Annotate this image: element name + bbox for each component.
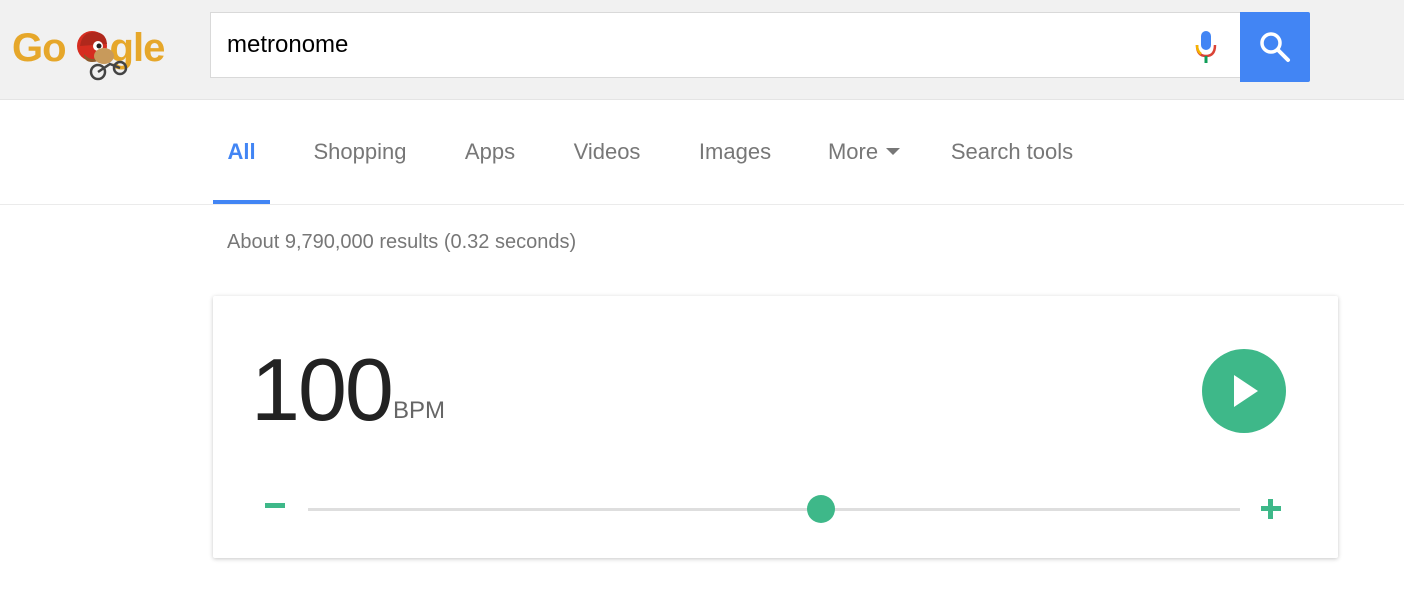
bpm-unit: BPM: [393, 397, 446, 424]
decrease-tempo-button[interactable]: [257, 491, 287, 521]
play-icon: [1234, 375, 1258, 407]
tab-videos[interactable]: Videos: [566, 100, 648, 204]
tempo-slider-thumb[interactable]: [806, 495, 835, 523]
result-stats: About 9,790,000 results (0.32 seconds): [227, 231, 577, 253]
search-button[interactable]: [1240, 12, 1310, 82]
microphone-icon[interactable]: [1191, 29, 1221, 65]
increase-tempo-button[interactable]: [1256, 494, 1286, 524]
tab-shopping[interactable]: Shopping: [306, 100, 414, 204]
header: Go gle: [0, 0, 1404, 100]
tab-all[interactable]: All: [213, 100, 270, 204]
search-tabs: All Shopping Apps Videos Images More Sea…: [0, 100, 1404, 205]
bpm-value: 100: [251, 340, 394, 439]
search-input[interactable]: [227, 13, 1167, 77]
search-box: [210, 12, 1240, 78]
tab-images[interactable]: Images: [692, 100, 778, 204]
hedgehog-bicycle-doodle-icon: [77, 31, 128, 81]
tab-more-label: More: [827, 139, 879, 164]
google-doodle-logo[interactable]: Go gle: [12, 24, 180, 84]
tab-apps[interactable]: Apps: [458, 100, 522, 204]
page: Go gle metronome All Shopping Apps Video…: [0, 0, 1404, 590]
tempo-slider[interactable]: [308, 495, 1240, 523]
caret-down-icon: [886, 147, 901, 155]
tab-more[interactable]: More: [822, 100, 906, 204]
play-button[interactable]: [1202, 349, 1286, 433]
tab-search-tools[interactable]: Search tools: [944, 100, 1080, 204]
metronome-card: 100 BPM: [213, 296, 1338, 558]
magnifier-icon: [1260, 32, 1290, 62]
